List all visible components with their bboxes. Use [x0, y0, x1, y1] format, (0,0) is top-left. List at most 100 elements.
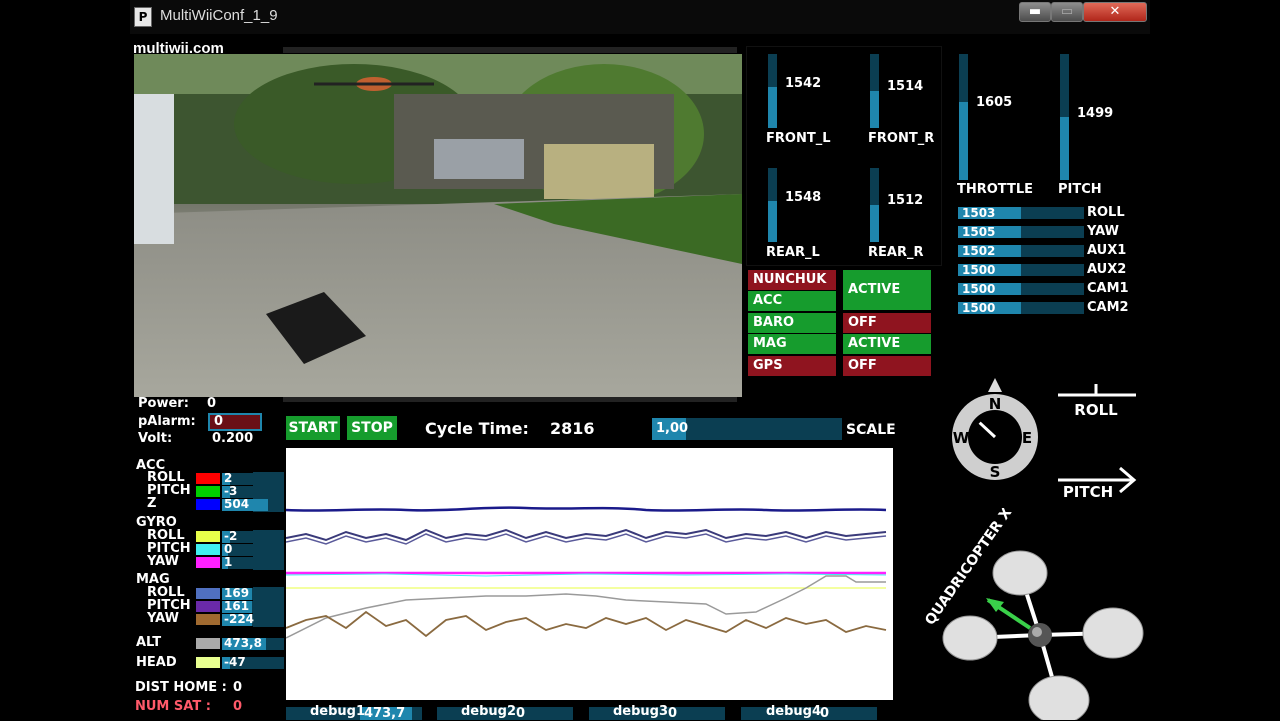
sensor-mag: MAG: [748, 334, 836, 354]
debug3-label: debug3: [613, 704, 669, 719]
palarm-value: 0: [214, 414, 224, 429]
close-button[interactable]: ✕: [1083, 2, 1147, 22]
sensor-gps: GPS: [748, 356, 836, 376]
pitch-value: 1499: [1077, 106, 1114, 121]
throttle-label: THROTTLE: [957, 182, 1034, 197]
motor-label-rear-right: REAR_R: [868, 245, 924, 260]
volt-label: Volt:: [138, 431, 173, 446]
dist-home-label: DIST HOME :: [135, 680, 227, 695]
video-bottom-bar: [283, 397, 737, 402]
acc-state: ACTIVE: [843, 270, 931, 310]
power-value: 0: [207, 396, 217, 411]
debug2-value: 0: [516, 706, 526, 721]
pitch-indicator: PITCH: [1058, 466, 1137, 501]
gyro-yaw-box: 1: [222, 555, 278, 569]
gyro-pitch-swatch[interactable]: [196, 544, 220, 555]
acc-pitch-swatch[interactable]: [196, 486, 220, 497]
head-value: -47: [224, 655, 246, 669]
acc-z-label: Z: [147, 496, 157, 511]
dist-home-value: 0: [233, 680, 243, 695]
sensor-graph: [285, 448, 893, 700]
power-label: Power:: [138, 396, 189, 411]
motor-fill: [870, 205, 879, 242]
stop-button[interactable]: STOP: [347, 416, 397, 440]
num-sat-label: NUM SAT :: [135, 699, 211, 714]
alt-label: ALT: [136, 635, 162, 650]
mag-state: ACTIVE: [843, 334, 931, 354]
motor-value-rear-left: 1548: [785, 190, 822, 205]
num-sat-value: 0: [233, 699, 243, 714]
rc-value: 1502: [962, 244, 996, 258]
rc-bar-cam2: 1500: [958, 301, 1084, 315]
debug4-value: 0: [820, 706, 830, 721]
palarm-label: pAlarm:: [138, 414, 196, 429]
acc-roll-swatch[interactable]: [196, 473, 220, 484]
rc-label-roll: ROLL: [1087, 205, 1125, 220]
rc-label-cam2: CAM2: [1087, 300, 1129, 315]
title-bar: [130, 0, 1150, 34]
trace-gyro-pitch: [285, 573, 887, 577]
acc-z-box: 504: [222, 497, 278, 511]
gyro-roll-value: -2: [224, 529, 238, 543]
mag-pitch-value: 161: [224, 599, 250, 613]
head-box: -47: [222, 655, 284, 669]
rc-value: 1500: [962, 263, 996, 277]
video-feed: [134, 54, 742, 397]
start-button[interactable]: START: [286, 416, 340, 440]
rc-value: 1500: [962, 282, 996, 296]
trace-acc-z: [285, 506, 887, 512]
scale-label: SCALE: [846, 422, 896, 438]
alt-swatch[interactable]: [196, 638, 220, 649]
gyro-roll-swatch[interactable]: [196, 531, 220, 542]
compass-s: S: [990, 463, 1001, 481]
baro-state: OFF: [843, 313, 931, 333]
head-swatch[interactable]: [196, 657, 220, 668]
scale-slider[interactable]: 1,00: [652, 418, 842, 440]
scale-value: 1,00: [656, 421, 689, 436]
debug2-label: debug2: [461, 704, 517, 719]
app-icon: P: [134, 7, 152, 27]
motor-label-front-left: FRONT_L: [766, 131, 831, 146]
motor-bar-front-left: [768, 54, 777, 128]
pitch-fill: [1060, 117, 1069, 180]
rc-bar-roll: 1503: [958, 206, 1084, 220]
motor-label-rear-left: REAR_L: [766, 245, 820, 260]
sensor-baro: BARO: [748, 313, 836, 333]
debug1-value: 473,7: [364, 706, 406, 721]
compass-e: E: [1022, 429, 1032, 447]
compass: N S E W: [952, 378, 1038, 481]
palarm-field[interactable]: 0: [208, 413, 262, 431]
roll-label: ROLL: [1074, 401, 1118, 419]
video-scene: [134, 54, 742, 397]
motor-bar-rear-right: [870, 168, 879, 242]
debug4-label: debug4: [766, 704, 822, 719]
mag-roll-value: 169: [224, 586, 250, 600]
mag-pitch-swatch[interactable]: [196, 601, 220, 612]
throttle-bar: [959, 54, 968, 180]
head-label: HEAD: [136, 655, 177, 670]
mag-yaw-swatch[interactable]: [196, 614, 220, 625]
rc-bar-aux1: 1502: [958, 244, 1084, 258]
rc-label-aux1: AUX1: [1087, 243, 1127, 258]
sensor-acc: ACC: [748, 291, 836, 311]
roll-indicator: ROLL: [1058, 384, 1136, 419]
cycle-time-value: 2816: [550, 419, 595, 438]
gps-state: OFF: [843, 356, 931, 376]
compass-n: N: [989, 395, 1002, 413]
gyro-pitch-value: 0: [224, 542, 233, 556]
minimize-button[interactable]: ▬: [1019, 2, 1051, 22]
motor-bar-rear-left: [768, 168, 777, 242]
rc-label-cam1: CAM1: [1087, 281, 1129, 296]
gyro-yaw-label: YAW: [147, 554, 179, 569]
mag-roll-swatch[interactable]: [196, 588, 220, 599]
gyro-yaw-swatch[interactable]: [196, 557, 220, 568]
mag-yaw-value: -224: [224, 612, 255, 626]
maximize-button[interactable]: ▭: [1051, 2, 1083, 22]
pitch-bar: [1060, 54, 1069, 180]
rc-label-yaw: YAW: [1087, 224, 1119, 239]
mag-yaw-label: YAW: [147, 611, 179, 626]
compass-w: W: [953, 429, 970, 447]
acc-z-swatch[interactable]: [196, 499, 220, 510]
motor-fill: [870, 91, 879, 128]
acc-pitch-value: -3: [224, 484, 238, 498]
